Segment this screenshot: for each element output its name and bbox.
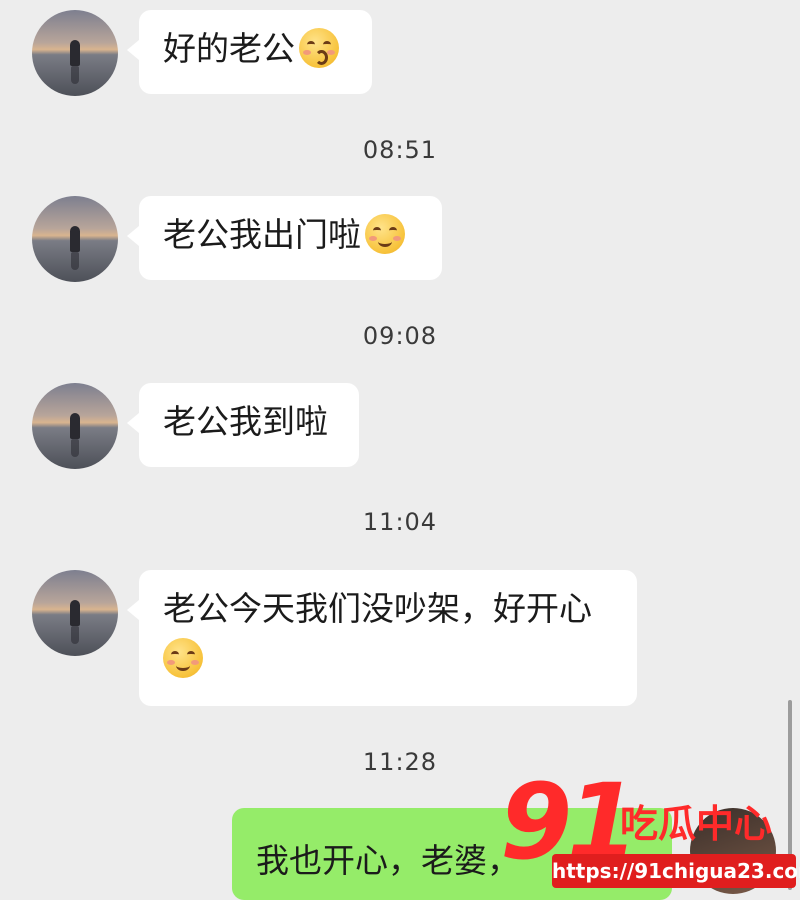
message-bubble[interactable]: 好的老公: [127, 10, 372, 94]
contact-avatar[interactable]: [32, 10, 118, 96]
message-text: 好的老公: [163, 29, 295, 68]
timestamp: 09:08: [362, 322, 438, 350]
contact-avatar[interactable]: [32, 196, 118, 282]
watermark-logo: 91 吃瓜中心 https://91chigua23.com: [500, 770, 800, 894]
message-text: 老公我出门啦: [163, 215, 361, 254]
watermark-url: https://91chigua23.com: [552, 854, 800, 888]
message-text: 我也开心，老婆，: [256, 841, 520, 880]
smiling-face-icon: [365, 214, 405, 254]
watermark-name: 吃瓜中心: [620, 802, 773, 846]
contact-avatar[interactable]: [32, 383, 118, 469]
blush-smile-icon: [163, 638, 203, 678]
timestamp: 08:51: [362, 136, 438, 164]
message-bubble[interactable]: 老公我出门啦: [127, 196, 442, 280]
message-text: 老公我到啦: [163, 402, 328, 441]
message-text: 老公今天我们没吵架，好开心: [163, 589, 592, 628]
timestamp: 11:04: [362, 508, 438, 536]
kissing-face-icon: [299, 28, 339, 68]
message-bubble[interactable]: 老公我到啦: [127, 383, 359, 467]
contact-avatar[interactable]: [32, 570, 118, 656]
message-bubble[interactable]: 老公今天我们没吵架，好开心: [127, 570, 637, 706]
